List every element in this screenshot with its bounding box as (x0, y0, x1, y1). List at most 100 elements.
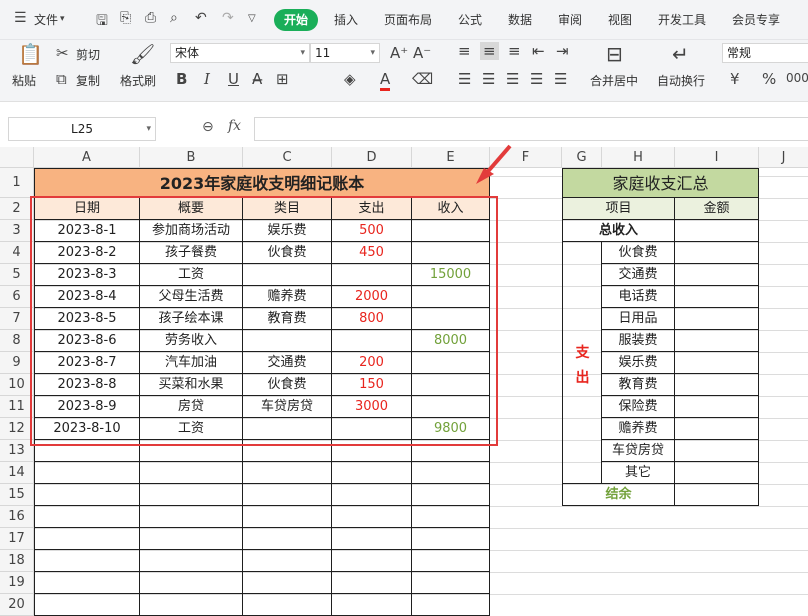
table-cell-summary[interactable]: 孩子餐费 (140, 242, 243, 264)
decrease-font-icon[interactable]: A⁻ (413, 44, 431, 62)
row-header-8[interactable]: 8 (0, 330, 34, 352)
table-cell-empty[interactable] (332, 550, 412, 572)
font-size-select[interactable]: 11 ▾ (310, 43, 380, 63)
table-cell-expense[interactable]: 500 (332, 220, 412, 242)
bold-icon[interactable]: B (176, 70, 187, 88)
table-cell-income[interactable] (412, 374, 490, 396)
table-cell-income[interactable]: 8000 (412, 330, 490, 352)
summary-expense-item[interactable]: 赡养费 (602, 418, 675, 440)
table-cell-summary[interactable]: 参加商场活动 (140, 220, 243, 242)
table-cell-income[interactable]: 15000 (412, 264, 490, 286)
table-cell-income[interactable] (412, 396, 490, 418)
table-cell-empty[interactable] (34, 506, 140, 528)
align-middle-icon[interactable]: ≡ (480, 42, 499, 60)
table-cell-empty[interactable] (34, 440, 140, 462)
table-cell-expense[interactable]: 2000 (332, 286, 412, 308)
print-icon[interactable]: ⎙ (145, 10, 156, 26)
table-cell-summary[interactable]: 父母生活费 (140, 286, 243, 308)
summary-header-amount[interactable]: 金额 (675, 198, 759, 220)
row-header-1[interactable]: 1 (0, 168, 34, 198)
table-cell-expense[interactable]: 3000 (332, 396, 412, 418)
format-painter-button[interactable]: 格式刷 (120, 72, 156, 89)
table-cell-empty[interactable] (412, 462, 490, 484)
column-header-g[interactable]: G (562, 147, 602, 168)
tab-start[interactable]: 开始 (274, 9, 318, 31)
tab-developer[interactable]: 开发工具 (658, 11, 706, 28)
row-header-5[interactable]: 5 (0, 264, 34, 286)
row-header-3[interactable]: 3 (0, 220, 34, 242)
align-left-icon[interactable]: ☰ (458, 70, 471, 88)
fill-color-icon[interactable]: ◈ (344, 70, 356, 88)
table-cell-date[interactable]: 2023-8-5 (34, 308, 140, 330)
format-painter-icon[interactable]: 🖌 (130, 42, 155, 66)
paste-icon[interactable]: 📋 (18, 42, 43, 66)
tab-page-layout[interactable]: 页面布局 (384, 11, 432, 28)
row-header-4[interactable]: 4 (0, 242, 34, 264)
table-cell-empty[interactable] (34, 550, 140, 572)
file-menu[interactable]: 文件 (34, 11, 58, 28)
tab-member[interactable]: 会员专享 (732, 11, 780, 28)
table-cell-empty[interactable] (140, 572, 243, 594)
summary-expense-item[interactable]: 车贷房贷 (602, 440, 675, 462)
table-cell-date[interactable]: 2023-8-7 (34, 352, 140, 374)
table-cell-summary[interactable]: 孩子绘本课 (140, 308, 243, 330)
summary-expense-item[interactable]: 电话费 (602, 286, 675, 308)
summary-total-income-value[interactable] (675, 220, 759, 242)
table-cell-empty[interactable] (243, 550, 332, 572)
row-header-10[interactable]: 10 (0, 374, 34, 396)
table-cell-expense[interactable]: 150 (332, 374, 412, 396)
quick-access-dropdown-icon[interactable]: ▽ (248, 13, 256, 24)
table-cell-date[interactable]: 2023-8-9 (34, 396, 140, 418)
table-cell-empty[interactable] (140, 506, 243, 528)
table-cell-empty[interactable] (332, 506, 412, 528)
redo-icon[interactable]: ↷ (222, 10, 234, 26)
summary-expense-amount[interactable] (675, 418, 759, 440)
table-cell-category[interactable] (243, 264, 332, 286)
select-all-corner[interactable] (0, 147, 34, 168)
summary-expense-item[interactable]: 教育费 (602, 374, 675, 396)
row-header-2[interactable]: 2 (0, 198, 34, 220)
border-icon[interactable]: ⊞ (276, 70, 289, 88)
table-cell-empty[interactable] (34, 462, 140, 484)
table-cell-empty[interactable] (332, 572, 412, 594)
summary-expense-item[interactable]: 交通费 (602, 264, 675, 286)
table-cell-empty[interactable] (140, 440, 243, 462)
formula-input[interactable] (254, 117, 808, 141)
summary-expense-amount[interactable] (675, 264, 759, 286)
table-cell-category[interactable]: 娱乐费 (243, 220, 332, 242)
table-cell-income[interactable] (412, 286, 490, 308)
scissors-icon[interactable]: ✂ (56, 44, 69, 62)
ledger-title-cell[interactable]: 2023年家庭收支明细记账本 (34, 168, 490, 198)
thousands-button[interactable]: 000 (786, 71, 808, 85)
ledger-header-income[interactable]: 收入 (412, 198, 490, 220)
table-cell-date[interactable]: 2023-8-1 (34, 220, 140, 242)
table-cell-category[interactable]: 赡养费 (243, 286, 332, 308)
table-cell-category[interactable] (243, 418, 332, 440)
summary-expense-amount[interactable] (675, 352, 759, 374)
ledger-header-category[interactable]: 类目 (243, 198, 332, 220)
table-cell-empty[interactable] (412, 594, 490, 616)
align-center-icon[interactable]: ☰ (482, 70, 495, 88)
row-header-7[interactable]: 7 (0, 308, 34, 330)
table-cell-date[interactable]: 2023-8-10 (34, 418, 140, 440)
summary-expense-amount[interactable] (675, 330, 759, 352)
clear-format-icon[interactable]: ⌫ (412, 70, 433, 88)
indent-increase-icon[interactable]: ⇥ (556, 42, 569, 60)
summary-balance-label[interactable]: 结余 (562, 484, 675, 506)
table-cell-empty[interactable] (140, 528, 243, 550)
zoom-icon[interactable]: ⊖ (202, 119, 214, 135)
menu-icon[interactable]: ☰ (14, 10, 27, 26)
table-cell-empty[interactable] (243, 484, 332, 506)
column-header-a[interactable]: A (34, 147, 140, 168)
number-format-select[interactable]: 常规 (722, 43, 808, 63)
table-cell-date[interactable]: 2023-8-2 (34, 242, 140, 264)
font-name-select[interactable]: 宋体 ▾ (170, 43, 310, 63)
table-cell-empty[interactable] (412, 572, 490, 594)
table-cell-income[interactable] (412, 242, 490, 264)
summary-expense-amount[interactable] (675, 440, 759, 462)
summary-expense-amount[interactable] (675, 308, 759, 330)
table-cell-category[interactable] (243, 330, 332, 352)
table-cell-empty[interactable] (243, 572, 332, 594)
table-cell-category[interactable]: 车贷房贷 (243, 396, 332, 418)
table-cell-empty[interactable] (140, 550, 243, 572)
